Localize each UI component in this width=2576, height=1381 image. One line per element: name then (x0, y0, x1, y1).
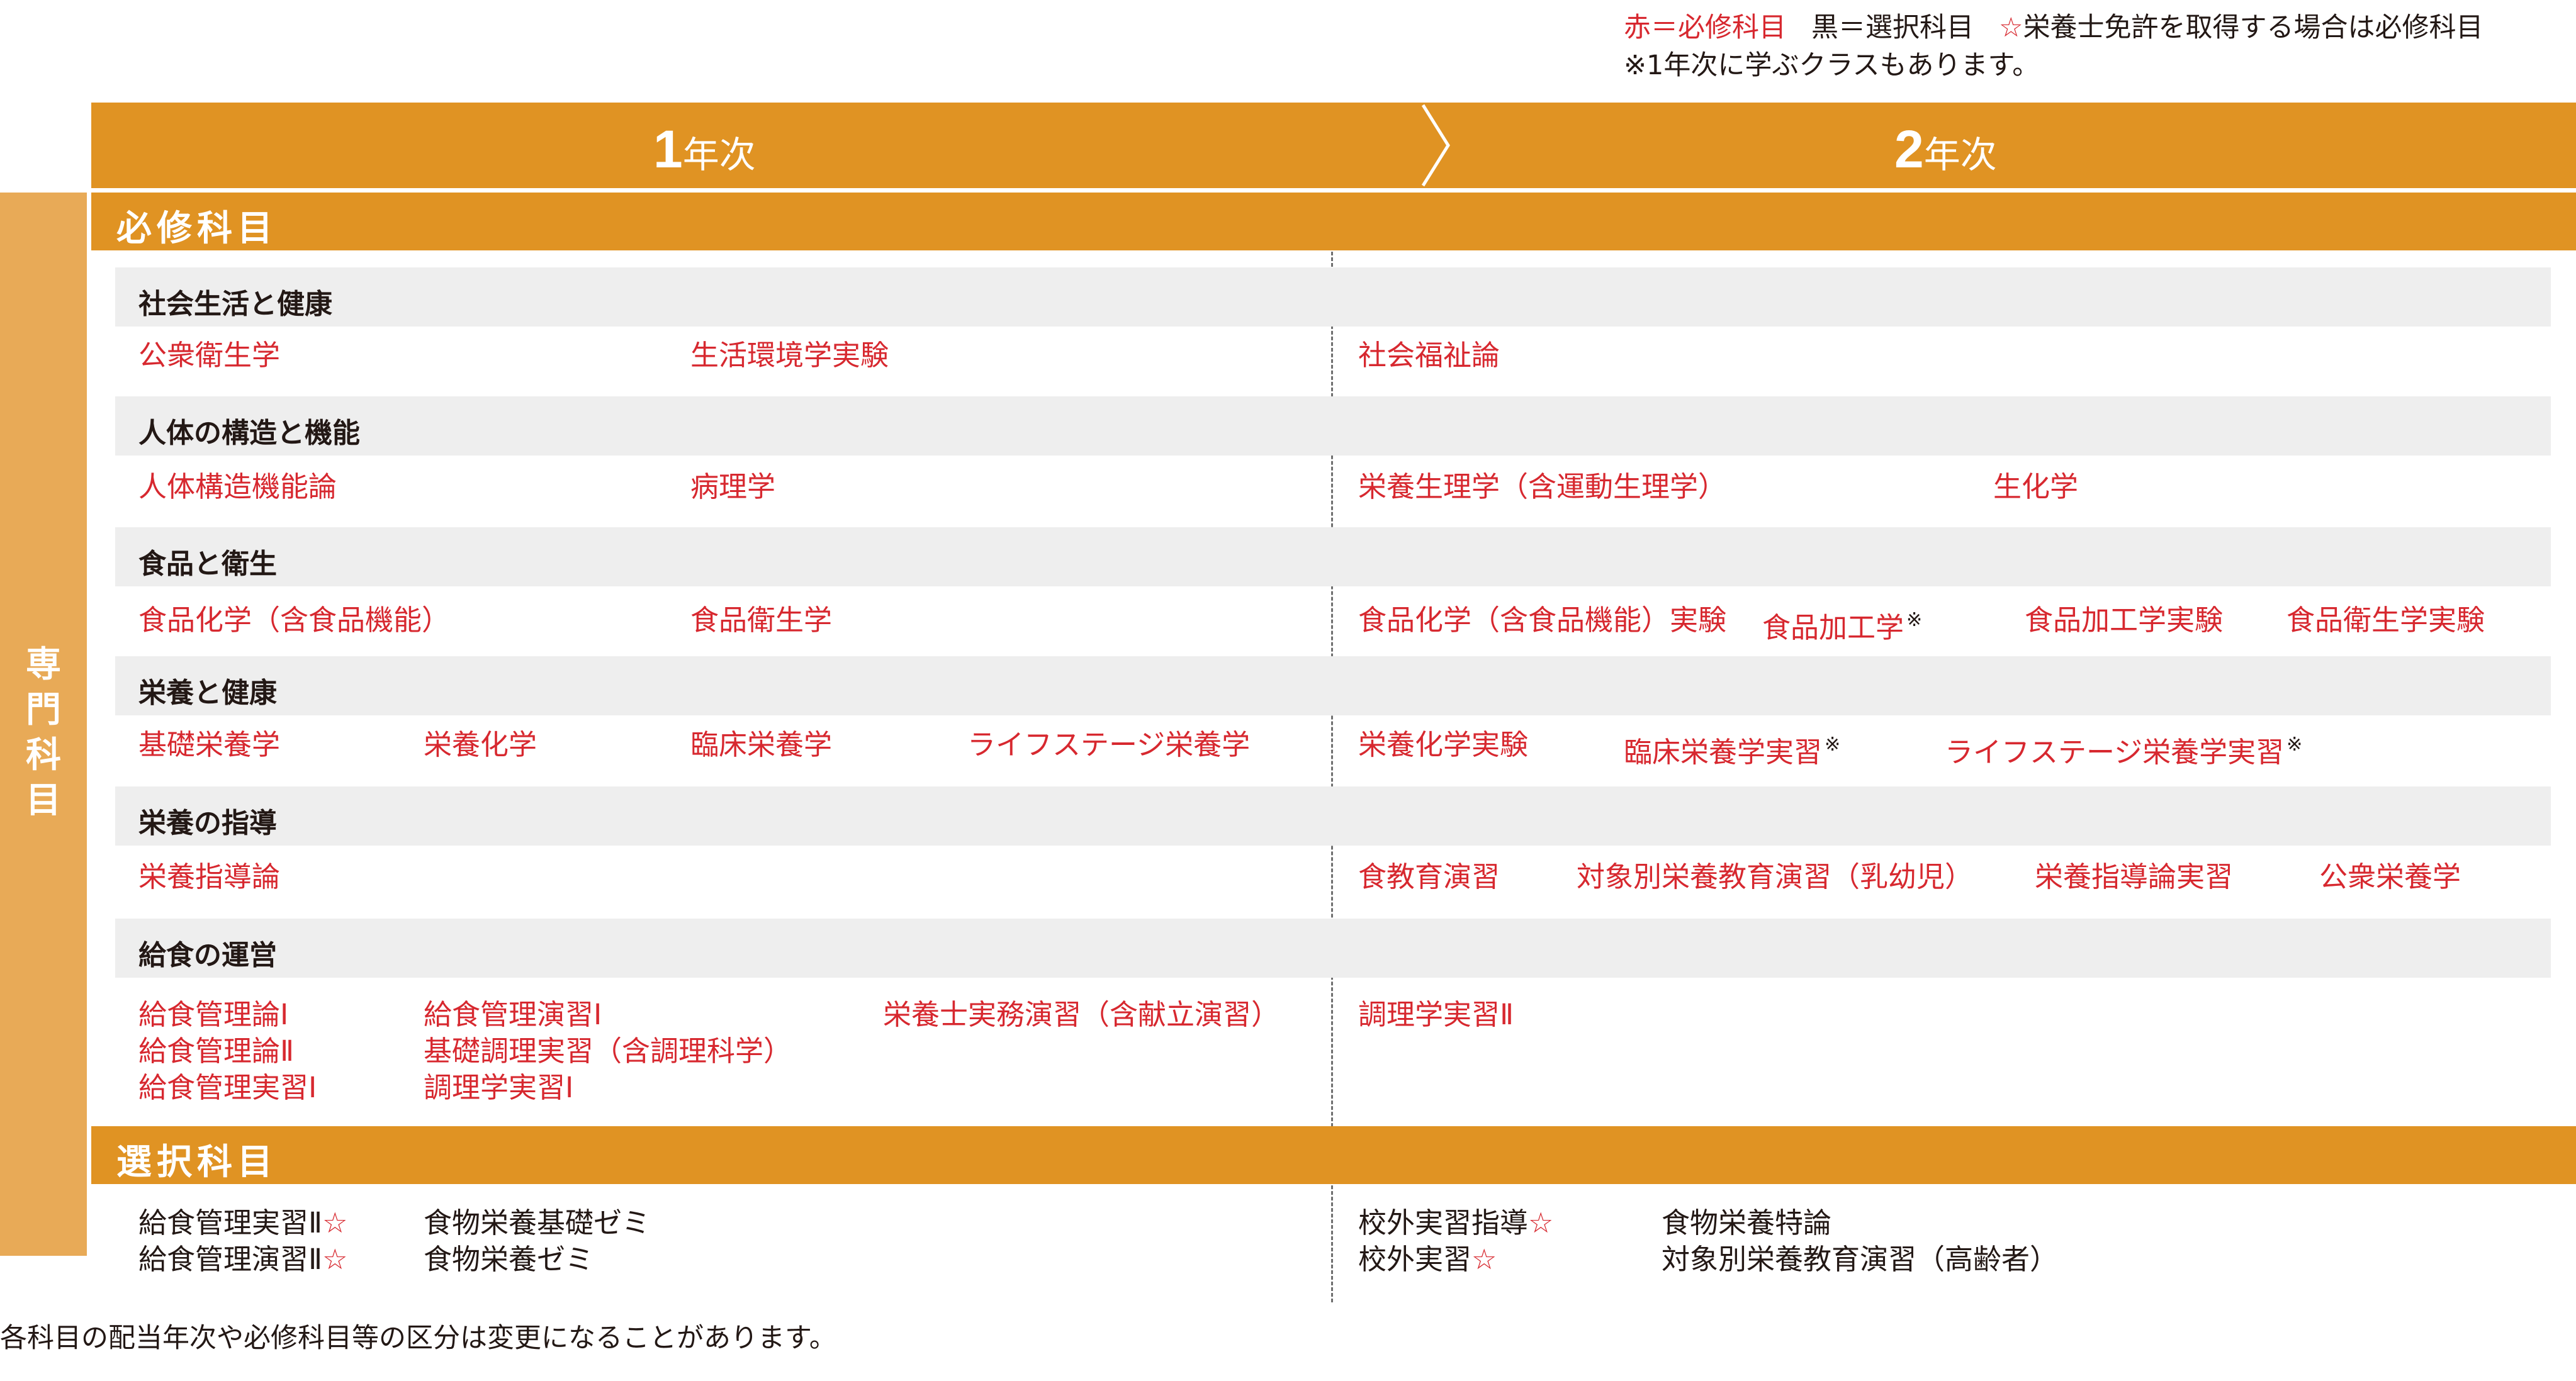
specialized-subjects-column: 専 門 科 目 (0, 193, 87, 1256)
star-icon: ☆ (1471, 1243, 1497, 1276)
legend-line-1: 赤＝必修科目 黒＝選択科目 ☆栄養士免許を取得する場合は必修科目 (1624, 9, 2483, 47)
course-item-with-note: 臨床栄養学実習 ※ (1624, 734, 1841, 769)
elective-item: 給食管理実習Ⅱ☆ (138, 1206, 348, 1239)
course-item: 栄養生理学（含運動生理学） (1358, 470, 1727, 503)
specialized-subjects-label: 専 門 科 目 (26, 644, 61, 821)
note-mark: ※ (2286, 734, 2303, 756)
legend: 赤＝必修科目 黒＝選択科目 ☆栄養士免許を取得する場合は必修科目 ※1年次に学ぶクラ… (1624, 9, 2483, 84)
elective-item: 給食管理演習Ⅱ☆ (138, 1243, 348, 1276)
course-item: 生活環境学実験 (690, 338, 889, 372)
star-icon: ☆ (322, 1206, 348, 1239)
course-item: 公衆衛生学 (138, 338, 281, 372)
elective-item: 校外実習☆ (1358, 1243, 1497, 1276)
elective-section-title: 選択科目 (116, 1142, 278, 1183)
category-bar: 食品と衛生 (115, 527, 2551, 586)
category-bar: 給食の運営 (115, 919, 2551, 978)
elective-item: 食物栄養基礎ゼミ (424, 1206, 651, 1239)
category-title: 食品と衛生 (138, 548, 277, 580)
year-header: 1年次 2年次 (91, 103, 2576, 188)
course-item: 人体構造機能論 (138, 470, 337, 503)
course-item: 食教育演習 (1358, 860, 1500, 893)
category-bar: 人体の構造と機能 (115, 396, 2551, 456)
year-1-label: 1年次 (653, 120, 756, 179)
year-2-label: 2年次 (1894, 120, 1997, 179)
course-item: 対象別栄養教育演習（乳幼児） (1577, 860, 1974, 893)
course-item: ライフステージ栄養学 (967, 728, 1251, 761)
course-item: 食品化学（含食品機能） (138, 603, 451, 637)
elective-item: 食物栄養特論 (1662, 1206, 1832, 1239)
course-item: 栄養化学実験 (1358, 728, 1529, 761)
course-item: 基礎調理実習（含調理科学） (424, 1034, 792, 1068)
course-item: 給食管理実習Ⅰ (138, 1071, 317, 1104)
category-bar: 社会生活と健康 (115, 267, 2551, 327)
course-item: 公衆栄養学 (2319, 860, 2461, 893)
legend-star-text: 栄養士免許を取得する場合は必修科目 (2023, 12, 2483, 43)
course-item: 栄養士実務演習（含献立演習） (883, 998, 1280, 1031)
legend-required: 赤＝必修科目 (1624, 12, 1786, 43)
course-item: 調理学実習Ⅰ (424, 1071, 574, 1104)
course-item: 病理学 (690, 470, 776, 503)
course-item: 食品衛生学 (690, 603, 833, 637)
course-item: 栄養化学 (424, 728, 537, 761)
elective-item: 校外実習指導☆ (1358, 1206, 1554, 1239)
course-item: 臨床栄養学 (690, 728, 833, 761)
category-title: 給食の運営 (138, 939, 277, 971)
course-item: 調理学実習Ⅱ (1358, 998, 1514, 1031)
course-item: 食品加工学実験 (2025, 603, 2224, 637)
elective-item: 対象別栄養教育演習（高齢者） (1662, 1243, 2059, 1276)
required-section-bar: 必修科目 (91, 193, 2576, 250)
course-item: 栄養指導論実習 (2035, 860, 2234, 893)
category-title: 人体の構造と機能 (138, 417, 360, 449)
course-item-with-note: 食品加工学 ※ (1762, 609, 1923, 644)
course-item: 食品化学（含食品機能）実験 (1358, 603, 1727, 637)
note-mark: ※ (1906, 609, 1923, 631)
footnote: 各科目の配当年次や必修科目等の区分は変更になることがあります。 (0, 1322, 836, 1354)
star-icon: ☆ (1528, 1206, 1554, 1239)
star-icon: ☆ (322, 1243, 348, 1276)
category-bar: 栄養の指導 (115, 786, 2551, 846)
course-item: 基礎栄養学 (138, 728, 281, 761)
required-section-title: 必修科目 (116, 208, 278, 249)
course-item-with-note: ライフステージ栄養学実習 ※ (1945, 734, 2303, 769)
category-title: 栄養と健康 (138, 677, 277, 709)
category-title: 栄養の指導 (138, 807, 277, 839)
course-item: 社会福祉論 (1358, 338, 1500, 372)
legend-star-icon: ☆ (1999, 12, 2023, 43)
course-item: 給食管理論Ⅱ (138, 1034, 295, 1068)
course-item: 給食管理演習Ⅰ (424, 998, 602, 1031)
elective-section-bar: 選択科目 (91, 1126, 2576, 1184)
category-title: 社会生活と健康 (138, 288, 332, 320)
elective-item: 食物栄養ゼミ (424, 1243, 594, 1276)
course-item: 給食管理論Ⅰ (138, 998, 289, 1031)
course-item: 食品衛生学実験 (2286, 603, 2485, 637)
legend-elective: 黒＝選択科目 (1811, 12, 1974, 43)
chevron-right-icon (1421, 104, 1450, 187)
note-mark: ※ (1825, 734, 1841, 756)
legend-note: ※1年次に学ぶクラスもあります。 (1624, 50, 2040, 81)
course-item: 栄養指導論 (138, 860, 281, 893)
category-bar: 栄養と健康 (115, 656, 2551, 715)
course-item: 生化学 (1993, 470, 2079, 503)
